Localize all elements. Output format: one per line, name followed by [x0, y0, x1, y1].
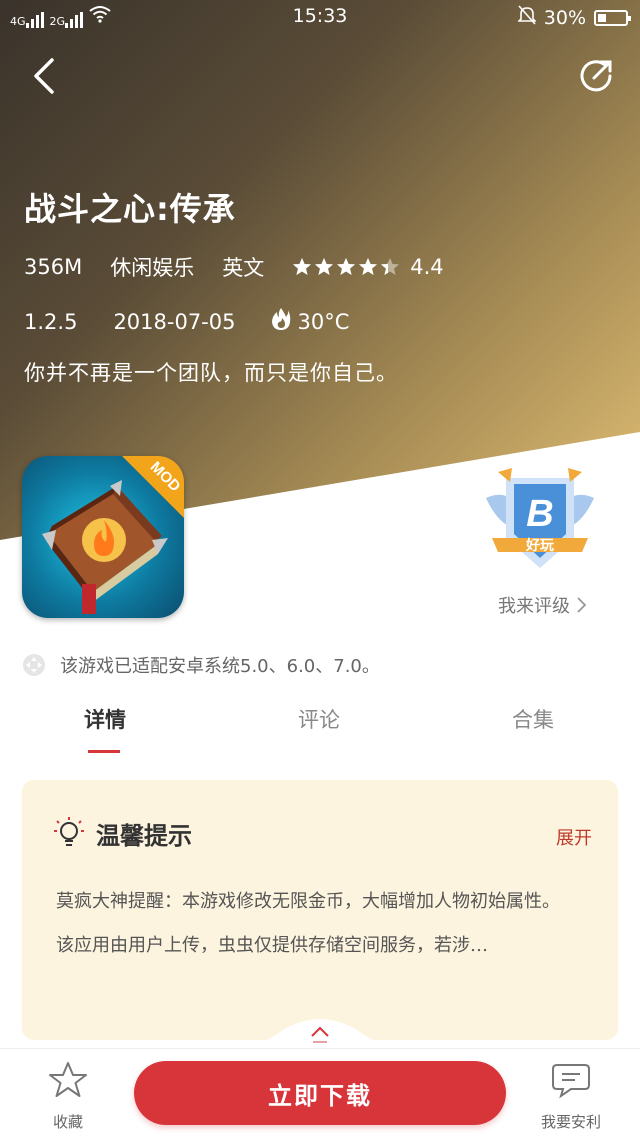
status-bar: 4G 2G 15:33 30% [0, 0, 640, 34]
chat-bubble-icon [552, 1064, 590, 1099]
compat-text: 该游戏已适配安卓系统5.0、6.0、7.0。 [60, 656, 380, 677]
chevron-right-icon [577, 597, 587, 613]
recommend-label: 我要安利 [540, 1113, 601, 1131]
star-icon [49, 1062, 87, 1097]
app-meta-row1: 356M 休闲娱乐 英文 4.4 [24, 252, 472, 282]
tab-bar: 详情 评论 合集 [0, 690, 640, 760]
battery-percent: 30% [543, 6, 586, 29]
compat-info: 该游戏已适配安卓系统5.0、6.0、7.0。 [22, 652, 380, 678]
favorite-button[interactable]: 收藏 [46, 1061, 90, 1132]
rating-stars [292, 257, 400, 277]
rating-star-icon [315, 258, 334, 275]
grade-label: 好玩 [525, 537, 554, 554]
rating-star-icon [293, 258, 312, 275]
flame-icon [271, 307, 291, 336]
tip-header: 温馨提示 [54, 816, 192, 851]
app-meta-row2: 1.2.5 2018-07-05 30°C [24, 307, 349, 336]
app-date: 2018-07-05 [113, 309, 236, 334]
app-heat: 30°C [297, 309, 350, 334]
lightbulb-icon [54, 816, 84, 846]
app-icon: MOD [22, 456, 184, 618]
rate-link-label: 我来评级 [498, 596, 570, 617]
tab-comments[interactable]: 评论 [298, 704, 340, 734]
share-icon [580, 60, 612, 92]
grade-badge: B 好玩 [484, 468, 596, 578]
favorite-label: 收藏 [52, 1113, 83, 1131]
tab-details[interactable]: 详情 [84, 704, 126, 734]
chevron-left-icon [34, 58, 54, 94]
status-right: 30% [516, 5, 631, 30]
tip-body: 莫疯大神提醒：本游戏修改无限金币，大幅增加人物初始属性。 该应用由用户上传，虫虫… [56, 880, 596, 968]
gamepad-icon [23, 654, 45, 676]
app-version: 1.2.5 [24, 309, 78, 334]
rate-link[interactable]: 我来评级 [498, 592, 588, 618]
download-button[interactable]: 立即下载 [134, 1061, 506, 1125]
expand-button[interactable]: 展开 [556, 824, 592, 850]
app-tagline: 你并不再是一个团队，而只是你自己。 [24, 361, 398, 385]
tab-collections[interactable]: 合集 [512, 704, 554, 734]
tip-title: 温馨提示 [96, 822, 192, 850]
bottom-bar: 收藏 立即下载 我要安利 [0, 1048, 640, 1138]
app-title: 战斗之心:传承 [24, 190, 236, 228]
share-button[interactable] [576, 56, 616, 96]
collapse-handle[interactable] [220, 1012, 420, 1048]
app-rating: 4.4 [410, 255, 444, 279]
rating-star-icon [359, 258, 378, 275]
tip-card: 温馨提示 展开 莫疯大神提醒：本游戏修改无限金币，大幅增加人物初始属性。 该应用… [22, 780, 618, 1040]
grade-letter: B [526, 493, 553, 535]
rating-star-icon [337, 258, 356, 275]
rating-star-icon [381, 258, 400, 275]
app-language: 英文 [222, 256, 265, 280]
battery-icon [594, 9, 631, 26]
battery-fill [598, 13, 606, 22]
tip-line-1: 莫疯大神提醒：本游戏修改无限金币，大幅增加人物初始属性。 [56, 891, 560, 912]
grade-b-badge-icon: B 好玩 [486, 468, 594, 568]
app-size: 356M [24, 255, 83, 279]
recommend-button[interactable]: 我要安利 [532, 1061, 610, 1132]
spellbook-icon: MOD [42, 456, 184, 614]
back-button[interactable] [28, 56, 68, 96]
tab-active-indicator [88, 750, 120, 753]
app-category: 休闲娱乐 [110, 256, 195, 280]
mute-bell-icon [516, 5, 537, 30]
tip-line-2: 该应用由用户上传，虫虫仅提供存储空间服务，若涉… [56, 935, 488, 956]
